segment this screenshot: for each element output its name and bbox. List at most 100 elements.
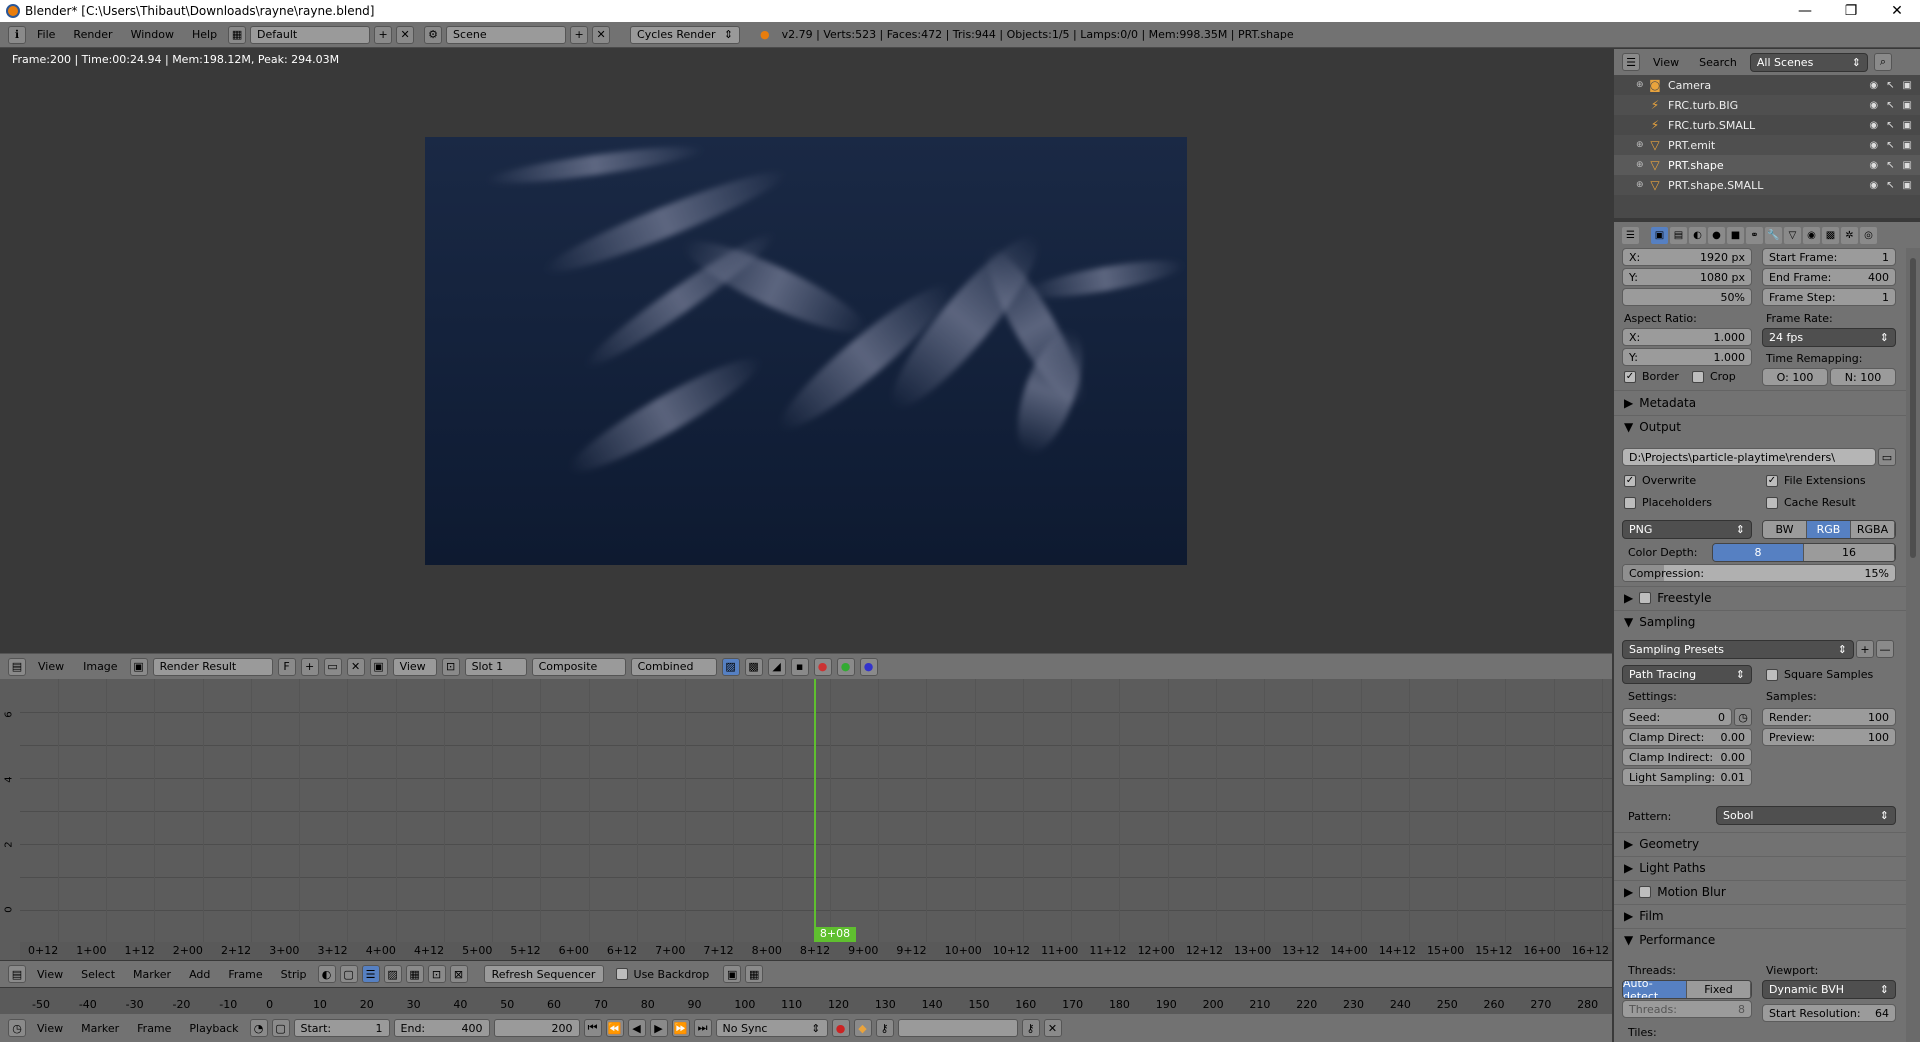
maximize-icon[interactable]: ❐ [1828,3,1874,19]
preview-range-icon[interactable]: ◔ [249,1019,268,1037]
cursor-icon[interactable]: ↖ [1886,80,1894,91]
properties-scrollbar[interactable] [1906,248,1920,1042]
cursor-icon[interactable]: ↖ [1886,140,1894,151]
outliner-item-prt-emit[interactable]: ⊕ ▽ PRT.emit ◉ ↖ ▣ [1614,135,1920,155]
open-image-icon[interactable]: ▭ [323,657,342,676]
checkbox-box[interactable] [1639,886,1652,898]
outliner-item-prt-shape-small[interactable]: ⊕ ▽ PRT.shape.SMALL ◉ ↖ ▣ [1614,175,1920,195]
sampling-panel-header[interactable]: ▼ Sampling [1614,611,1906,633]
eye-icon[interactable]: ◉ [1869,160,1878,171]
resolution-percentage-field[interactable]: 50% [1622,288,1752,306]
expand-icon[interactable]: ⊕ [1636,80,1648,90]
add-scene-icon[interactable]: + [570,25,589,44]
resolution-x-field[interactable]: X: 1920 px [1622,248,1752,266]
menu-file[interactable]: File [30,28,62,41]
eye-icon[interactable]: ◉ [1869,180,1878,191]
particles-tab-icon[interactable]: ✲ [1841,226,1858,244]
start-resolution-field[interactable]: Start Resolution: 64 [1762,1004,1896,1022]
add-screen-icon[interactable]: + [374,25,393,44]
minimize-icon[interactable]: — [1782,3,1828,19]
outliner-item-prt-shape[interactable]: ⊕ ▽ PRT.shape ◉ ↖ ▣ [1614,155,1920,175]
red-channel-icon[interactable]: ● [813,657,832,676]
integrator-select[interactable]: Path Tracing ⇕ [1622,665,1752,684]
material-tab-icon[interactable]: ◉ [1803,226,1820,244]
metadata-panel-header[interactable]: ▶ Metadata [1614,392,1906,414]
viewport-bvh-select[interactable]: Dynamic BVH ⇕ [1762,980,1896,999]
render-icon[interactable]: ▣ [1903,120,1912,131]
preview-samples-field[interactable]: Preview: 100 [1762,728,1896,746]
start-frame-field[interactable]: Start Frame: 1 [1762,248,1896,266]
remove-scene-icon[interactable]: ✕ [592,25,611,44]
playhead[interactable] [814,679,816,942]
eye-icon[interactable]: ◉ [1869,120,1878,131]
render-size-icon[interactable]: ▦ [745,965,764,983]
jump-end-icon[interactable]: ⏭ [693,1019,712,1037]
sequencer-area[interactable]: 6 4 2 0 8+08 0+12 1+00 1+12 2+00 2+12 3+00 3+1… [0,679,1612,960]
cursor-icon[interactable]: ↖ [1886,160,1894,171]
color-mode-rgba[interactable]: RGBA [1851,521,1895,538]
start-frame-field[interactable]: Start: 1 [293,1019,390,1037]
screen-layout-icon[interactable]: ▦ [228,25,247,44]
placeholders-checkbox[interactable]: Placeholders [1624,496,1712,509]
clamp-direct-field[interactable]: Clamp Direct: 0.00 [1622,728,1752,746]
scene-field[interactable]: Scene [446,25,567,44]
output-panel-header[interactable]: ▼ Output [1614,416,1906,438]
sampling-presets-select[interactable]: Sampling Presets ⇕ [1622,640,1854,659]
view-type-sequencer-icon[interactable]: ☰ [361,965,380,983]
snap-icon[interactable]: ⊡ [427,965,446,983]
menu-marker[interactable]: Marker [126,968,178,981]
new-image-icon[interactable]: + [300,657,319,676]
object-tab-icon[interactable]: ■ [1727,226,1744,244]
render-icon[interactable]: ▣ [1903,80,1912,91]
menu-view[interactable]: View [31,660,71,673]
end-frame-field[interactable]: End: 400 [393,1019,490,1037]
data-tab-icon[interactable]: ▽ [1784,226,1801,244]
image-browse-icon[interactable]: ▣ [129,657,148,676]
unlink-image-icon[interactable]: ✕ [346,657,365,676]
outliner-item-frc-turb-big[interactable]: ⚡ FRC.turb.BIG ◉ ↖ ▣ [1614,95,1920,115]
render-samples-field[interactable]: Render: 100 [1762,708,1896,726]
animated-seed-icon[interactable]: ◷ [1734,708,1752,726]
frame-rate-select[interactable]: 24 fps ⇕ [1762,328,1896,347]
remove-preset-icon[interactable]: — [1876,640,1894,658]
folder-icon[interactable]: ▭ [1878,448,1896,466]
green-channel-icon[interactable]: ● [836,657,855,676]
record-icon[interactable]: ● [831,1019,850,1037]
constraints-tab-icon[interactable]: ⚭ [1746,226,1763,244]
file-extensions-checkbox[interactable]: ✓ File Extensions [1766,474,1866,487]
expand-icon[interactable]: ⊕ [1636,180,1648,190]
layer-select[interactable]: Composite [531,657,626,676]
menu-marker[interactable]: Marker [74,1022,126,1035]
motion-blur-panel-header[interactable]: ▶ Motion Blur [1614,881,1906,903]
use-backdrop-checkbox[interactable]: Use Backdrop [615,968,709,981]
aspect-y-field[interactable]: Y: 1.000 [1622,348,1752,366]
frame-step-field[interactable]: Frame Step: 1 [1762,288,1896,306]
physics-tab-icon[interactable]: ◎ [1860,226,1877,244]
editor-type-sequencer-icon[interactable]: ▤ [8,965,26,983]
eye-icon[interactable]: ◉ [1869,80,1878,91]
eye-icon[interactable]: ◉ [1869,140,1878,151]
freestyle-panel-header[interactable]: ▶ Freestyle [1614,587,1906,609]
border-checkbox[interactable]: ✓ Border [1624,370,1679,383]
remap-new-field[interactable]: N: 100 [1830,368,1896,386]
menu-frame[interactable]: Frame [221,968,269,981]
aspect-x-field[interactable]: X: 1.000 [1622,328,1752,346]
render-icon[interactable]: ▣ [1903,160,1912,171]
scene-tab-icon[interactable]: ◐ [1689,226,1706,244]
sequencer-mode-icon[interactable]: ◐ [317,965,336,983]
refresh-sequencer-button[interactable]: Refresh Sequencer [483,965,604,983]
crop-checkbox[interactable]: Crop [1692,370,1736,383]
menu-strip[interactable]: Strip [274,968,314,981]
overwrite-checkbox[interactable]: ✓ Overwrite [1624,474,1696,487]
scene-icon[interactable]: ⚙ [424,25,443,44]
light-paths-panel-header[interactable]: ▶ Light Paths [1614,857,1906,879]
color-mode-bw[interactable]: BW [1763,521,1807,538]
add-preset-icon[interactable]: + [1856,640,1874,658]
render-icon[interactable]: ▣ [1903,100,1912,111]
search-icon[interactable]: ⌕ [1873,53,1892,71]
threads-field[interactable]: Threads: 8 [1622,1000,1752,1018]
file-format-select[interactable]: PNG ⇕ [1622,520,1752,539]
compression-slider[interactable]: Compression: 15% [1622,564,1896,582]
eye-icon[interactable]: ◉ [1869,100,1878,111]
menu-view[interactable]: View [30,1022,70,1035]
